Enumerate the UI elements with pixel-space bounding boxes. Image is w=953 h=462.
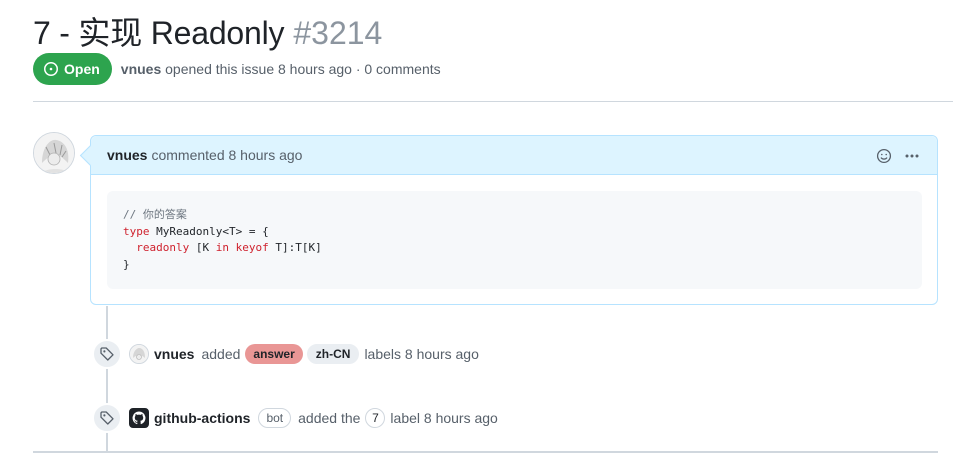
timeline-end-divider — [33, 451, 938, 453]
event-actor-avatar[interactable] — [129, 344, 149, 364]
comment-code-block: // 你的答案 type MyReadonly<T> = { readonly … — [107, 191, 922, 289]
avatar-image — [130, 345, 148, 363]
timeline-event-bot-labeled: github-actions bot added the 7 label 8 h… — [92, 403, 501, 433]
issue-state-label: Open — [64, 61, 100, 77]
code-keyword-keyof: keyof — [235, 241, 269, 254]
tag-icon — [100, 347, 114, 361]
code-keyword-type: type — [123, 224, 150, 238]
tag-icon — [100, 411, 114, 425]
comment-actions — [873, 136, 923, 175]
event-badge — [92, 403, 122, 433]
issue-opened-icon — [44, 62, 58, 76]
comment-author-avatar[interactable] — [33, 132, 75, 174]
add-reaction-button[interactable] — [873, 145, 895, 167]
event-timestamp-link[interactable]: labels 8 hours ago — [364, 346, 478, 362]
label-7[interactable]: 7 — [365, 408, 386, 428]
event-actor-link[interactable]: github-actions — [154, 410, 250, 426]
github-actions-icon — [132, 411, 146, 425]
event-action: added — [201, 346, 241, 362]
header-divider — [33, 101, 953, 102]
issue-author-link[interactable]: vnues — [121, 61, 161, 77]
code-line-4: } — [123, 257, 130, 271]
avatar-image — [34, 133, 74, 173]
event-timestamp-link[interactable]: label 8 hours ago — [390, 410, 497, 426]
code-line-3b: T]:T[K] — [268, 241, 322, 254]
event-actor-link[interactable]: vnues — [154, 346, 194, 362]
smiley-icon — [876, 148, 892, 163]
issue-title: 7 - 实现 Readonly — [33, 15, 285, 51]
issue-comment: vnues commented 8 hours ago // 你的答案 type… — [90, 135, 938, 305]
issue-meta-text: vnues opened this issue 8 hours ago · 0 … — [121, 61, 441, 77]
issue-number: #3214 — [293, 15, 383, 51]
timeline-event-labeled: vnues added answer zh-CN labels 8 hours … — [92, 339, 482, 369]
issue-meta: Open vnues opened this issue 8 hours ago… — [33, 53, 441, 85]
code-keyword-readonly: readonly — [136, 241, 190, 254]
comment-options-button[interactable] — [901, 145, 923, 167]
code-line-2: MyReadonly<T> = { — [149, 224, 269, 238]
issue-meta-details: opened this issue 8 hours ago · 0 commen… — [165, 61, 441, 77]
kebab-horizontal-icon — [905, 154, 919, 157]
event-badge — [92, 339, 122, 369]
label-answer[interactable]: answer — [245, 344, 303, 364]
issue-state-badge: Open — [33, 53, 112, 85]
label-zh-cn[interactable]: zh-CN — [306, 344, 360, 364]
bot-badge: bot — [258, 408, 292, 428]
issue-title-row: 7 - 实现 Readonly #3214 — [33, 8, 382, 54]
code-keyword-in: in — [215, 241, 229, 254]
comment-timestamp-link[interactable]: commented 8 hours ago — [151, 147, 302, 163]
comment-author-link[interactable]: vnues — [107, 147, 147, 163]
code-line-3a: [K — [189, 241, 216, 254]
code-comment: // 你的答案 — [123, 208, 187, 221]
comment-header: vnues commented 8 hours ago — [91, 136, 937, 175]
github-actions-avatar[interactable] — [129, 408, 149, 428]
event-action: added the — [298, 410, 361, 426]
